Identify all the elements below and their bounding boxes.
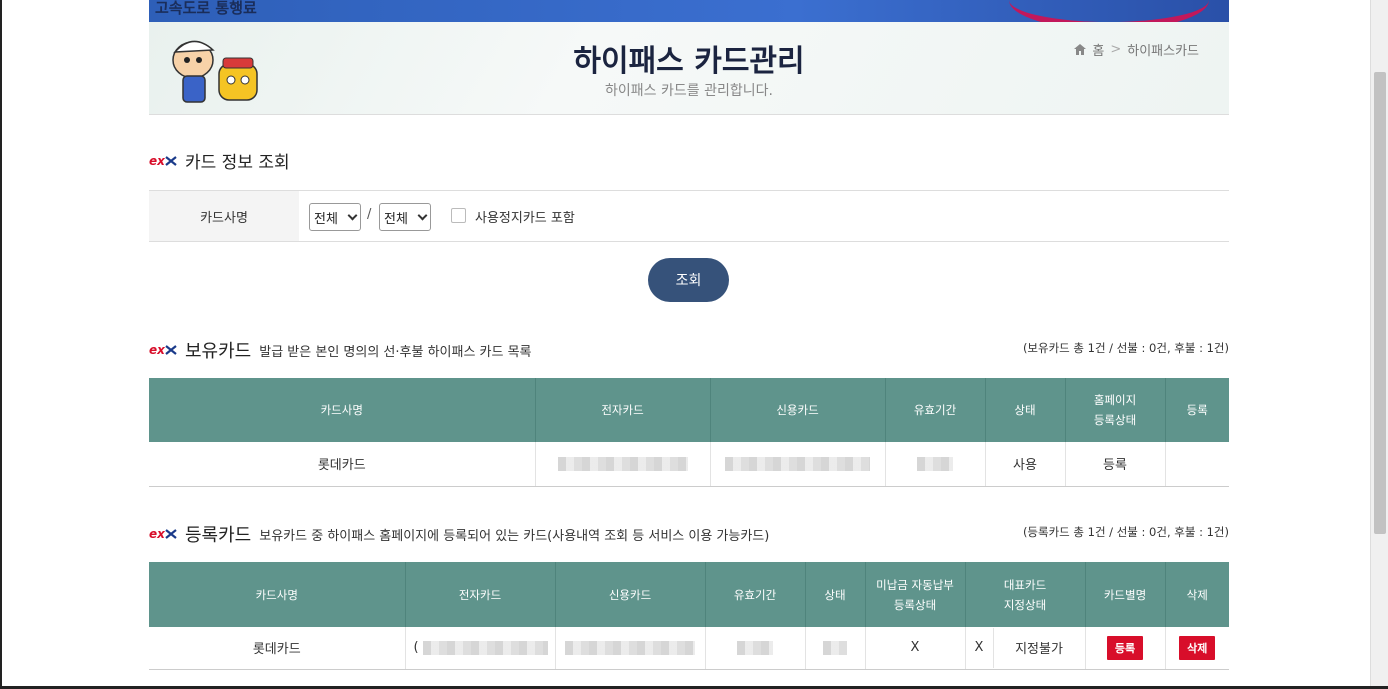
card-company-cell: 롯데카드 [149, 442, 536, 487]
select-separator: / [367, 207, 372, 222]
registered-section-title: ex 등록카드 보유카드 중 하이패스 홈페이지에 등록되어 있는 카드(사용내… [149, 521, 769, 547]
owned-section-title: ex 보유카드 발급 받은 본인 명의의 선·후불 하이패스 카드 목록 [149, 337, 532, 363]
home-icon[interactable] [1074, 44, 1087, 55]
search-section-title: ex 카드 정보 조회 [149, 148, 290, 173]
redacted-number [725, 456, 870, 471]
card-company-cell: 롯데카드 [149, 627, 406, 670]
vertical-scrollbar[interactable] [1370, 0, 1388, 689]
chevron-down-icon [417, 210, 428, 221]
registration-status-cell: 등록 [1065, 442, 1166, 487]
column-header: 상태 [805, 562, 866, 627]
breadcrumb-current: 하이패스카드 [1127, 44, 1199, 59]
column-header: 대표카드 지정상태 [965, 562, 1086, 627]
column-header: 홈페이지 등록상태 [1065, 378, 1166, 442]
column-header: 전자카드 [535, 378, 711, 442]
expiry-cell [705, 627, 806, 670]
search-section-heading: 카드 정보 조회 [185, 153, 290, 173]
table-header-row: 카드사명 전자카드 신용카드 유효기간 상태 홈페이지 등록상태 등록 [149, 378, 1229, 442]
redacted-number [565, 640, 695, 655]
column-header: 유효기간 [885, 378, 986, 442]
column-header: 상태 [985, 378, 1066, 442]
representative-status: 지정불가 [1015, 642, 1063, 658]
delete-cell: 삭제 [1165, 627, 1229, 670]
breadcrumb: 홈 > 하이패스카드 [1074, 40, 1199, 59]
banner-swoosh-decoration [1009, 0, 1209, 22]
registered-cards-table: 카드사명 전자카드 신용카드 유효기간 상태 미납금 자동납부 등록상태 대표카… [149, 562, 1229, 670]
register-action-cell [1165, 442, 1229, 487]
card-type-select[interactable]: 전체 [379, 203, 431, 231]
redacted-number [557, 456, 688, 471]
card-company-label: 카드사명 [149, 191, 299, 241]
expiry-cell [885, 442, 986, 487]
page-content: 고속도로 통행료 하이패스 카드관리 하이패스 카드를 관리합니다. 홈 > 하… [149, 0, 1229, 689]
representative-mark: X [966, 627, 994, 668]
column-header: 카드사명 [149, 562, 406, 627]
credit-card-cell [555, 627, 706, 670]
owned-cards-table: 카드사명 전자카드 신용카드 유효기간 상태 홈페이지 등록상태 등록 롯데카드… [149, 378, 1229, 487]
page-header: 하이패스 카드관리 하이패스 카드를 관리합니다. 홈 > 하이패스카드 [149, 22, 1229, 115]
card-company-select-value: 전체 [314, 211, 338, 227]
top-banner: 고속도로 통행료 [149, 0, 1229, 22]
search-button[interactable]: 조회 [648, 258, 729, 302]
card-type-select-value: 전체 [384, 211, 408, 227]
column-header: 전자카드 [405, 562, 556, 627]
column-header: 등록 [1165, 378, 1229, 442]
registered-section-heading: 등록카드 [185, 525, 252, 546]
ex-logo-icon: ex [149, 527, 177, 541]
table-header-row: 카드사명 전자카드 신용카드 유효기간 상태 미납금 자동납부 등록상태 대표카… [149, 562, 1229, 627]
search-form: 카드사명 전체 / 전체 사용정지카드 포함 [149, 190, 1229, 242]
breadcrumb-home[interactable]: 홈 [1092, 40, 1104, 59]
autopay-status-cell: X [865, 627, 966, 670]
svg-text:ex: ex [149, 154, 166, 168]
table-row: 롯데카드 ( X X 지정불가 등록 삭제 [149, 627, 1229, 670]
page-title: 하이패스 카드관리 [573, 44, 805, 79]
page-subtitle: 하이패스 카드를 관리합니다. [605, 83, 773, 99]
representative-status-cell: X 지정불가 [965, 627, 1086, 670]
redacted-status [823, 640, 847, 655]
owned-section-heading: 보유카드 [185, 341, 252, 362]
column-header: 삭제 [1165, 562, 1229, 627]
svg-text:ex: ex [149, 343, 166, 357]
column-header: 신용카드 [555, 562, 706, 627]
ex-logo-icon: ex [149, 154, 177, 168]
column-header: 신용카드 [710, 378, 886, 442]
breadcrumb-separator: > [1110, 42, 1122, 57]
window-frame-left [0, 0, 2, 689]
owned-section-description: 발급 받은 본인 명의의 선·후불 하이패스 카드 목록 [259, 344, 532, 360]
card-company-select[interactable]: 전체 [309, 203, 361, 231]
owned-card-counts: (보유카드 총 1건 / 선불 : 0건, 후불 : 1건) [1022, 341, 1229, 355]
include-suspended-checkbox[interactable] [451, 208, 466, 223]
electronic-card-cell: ( [405, 627, 556, 670]
column-header: 카드별명 [1085, 562, 1166, 627]
register-alias-button[interactable]: 등록 [1106, 635, 1144, 660]
scrollbar-thumb[interactable] [1374, 72, 1386, 534]
electronic-card-cell [535, 442, 711, 487]
table-row: 롯데카드 사용 등록 [149, 442, 1229, 487]
credit-card-cell [710, 442, 886, 487]
registered-section-description: 보유카드 중 하이패스 홈페이지에 등록되어 있는 카드(사용내역 조회 등 서… [259, 528, 770, 544]
column-header: 미납금 자동납부 등록상태 [865, 562, 966, 627]
svg-text:ex: ex [149, 527, 166, 541]
top-banner-text: 고속도로 통행료 [155, 0, 257, 17]
chevron-down-icon [347, 210, 358, 221]
electronic-card-prefix: ( [413, 640, 419, 656]
column-header: 카드사명 [149, 378, 536, 442]
include-suspended-label[interactable]: 사용정지카드 포함 [475, 207, 575, 226]
card-alias-cell: 등록 [1085, 627, 1166, 670]
redacted-expiry [917, 456, 953, 471]
redacted-expiry [737, 640, 773, 655]
redacted-number [422, 640, 548, 655]
autopay-mark: X [910, 640, 920, 656]
column-header: 유효기간 [705, 562, 806, 627]
status-cell: 사용 [985, 442, 1066, 487]
delete-card-button[interactable]: 삭제 [1179, 635, 1216, 660]
ex-logo-icon: ex [149, 343, 177, 357]
registered-card-counts: (등록카드 총 1건 / 선불 : 0건, 후불 : 1건) [1022, 525, 1229, 539]
status-cell [805, 627, 866, 670]
